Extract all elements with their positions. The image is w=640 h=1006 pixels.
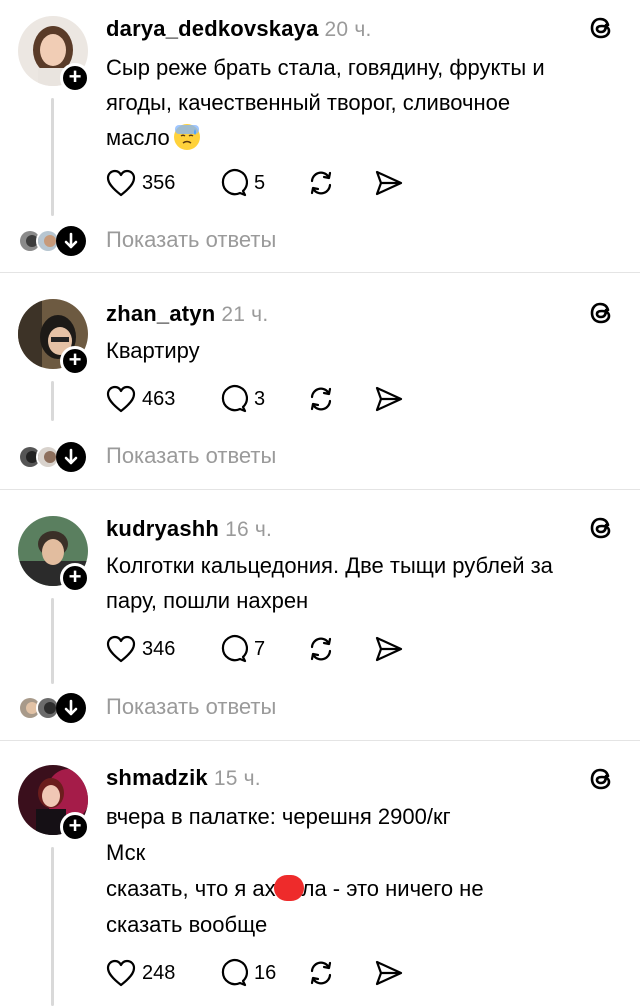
timestamp: 21 ч. (221, 303, 269, 326)
send-icon (375, 960, 403, 986)
share-button[interactable] (374, 384, 404, 414)
comment-button[interactable]: 16 (218, 958, 276, 988)
send-icon (375, 386, 403, 412)
repost-button[interactable] (306, 958, 336, 988)
threads-icon[interactable] (586, 13, 616, 43)
thread-line (51, 847, 54, 1006)
comment-icon (221, 169, 248, 197)
arrow-down-icon (56, 693, 86, 723)
heart-icon (106, 635, 136, 663)
post-actions: 346 7 (106, 634, 426, 664)
post-text: Колготки кальцедония. Две тыщи рублей за… (106, 553, 553, 613)
timestamp: 20 ч. (324, 18, 372, 41)
send-icon (375, 170, 403, 196)
show-replies[interactable]: Показать ответы (18, 693, 418, 723)
comment-count: 5 (254, 171, 266, 194)
repost-icon (310, 637, 332, 661)
threads-icon[interactable] (586, 298, 616, 328)
post-text: Квартиру (106, 338, 200, 363)
heart-icon (106, 959, 136, 987)
arrow-down-icon (56, 442, 86, 472)
thread-line (51, 98, 54, 216)
repost-button[interactable] (306, 384, 336, 414)
post-shmadzik: + shmadzik 15 ч. вчера в палатке: черешня… (0, 741, 640, 1006)
show-replies-label: Показать ответы (106, 694, 277, 719)
username[interactable]: shmadzik 15 ч. (106, 765, 261, 791)
repost-icon (310, 171, 332, 195)
thread-line (51, 381, 54, 421)
share-button[interactable] (374, 168, 404, 198)
like-count: 346 (142, 637, 176, 660)
post-actions: 248 16 (106, 958, 426, 988)
like-button[interactable]: 356 (106, 168, 175, 198)
show-replies-label: Показать ответы (106, 443, 277, 468)
post-zhan: + zhan_atyn 21 ч. Квартиру 463 3 Показать… (0, 273, 640, 489)
post-actions: 356 5 (106, 168, 426, 198)
like-count: 356 (142, 171, 176, 194)
username[interactable]: kudryashh 16 ч. (106, 516, 272, 542)
comment-count: 7 (254, 637, 266, 660)
heart-icon (106, 169, 136, 197)
repost-icon (310, 387, 332, 411)
post-text: Сыр реже брать стала, говядину, фрукты и… (106, 55, 545, 150)
comment-count: 16 (254, 961, 277, 984)
threads-icon[interactable] (586, 764, 616, 794)
show-replies[interactable]: Показать ответы (18, 442, 418, 472)
thread-line (51, 598, 54, 684)
comment-button[interactable]: 7 (218, 634, 265, 664)
show-replies-label: Показать ответы (106, 227, 277, 252)
timestamp: 16 ч. (225, 518, 273, 541)
show-replies[interactable]: Показать ответы (18, 226, 418, 256)
comment-count: 3 (254, 387, 266, 410)
follow-plus-icon[interactable]: + (60, 563, 90, 593)
follow-plus-icon[interactable]: + (60, 63, 90, 93)
follow-plus-icon[interactable]: + (60, 346, 90, 376)
censor-blot (273, 875, 304, 901)
post-text: вчера в палатке: черешня 2900/кг Мск ска… (106, 804, 484, 937)
share-button[interactable] (374, 634, 404, 664)
like-button[interactable]: 248 (106, 958, 175, 988)
threads-icon[interactable] (586, 513, 616, 543)
repost-button[interactable] (306, 634, 336, 664)
repost-button[interactable] (306, 168, 336, 198)
like-button[interactable]: 463 (106, 384, 175, 414)
comment-icon (221, 959, 248, 987)
timestamp: 15 ч. (213, 767, 261, 790)
follow-plus-icon[interactable]: + (60, 812, 90, 842)
send-icon (375, 636, 403, 662)
like-count: 463 (142, 387, 176, 410)
post-kudryashh: + kudryashh 16 ч. Колготки кальцедония. Д… (0, 490, 640, 740)
comment-icon (221, 385, 248, 413)
comment-button[interactable]: 5 (218, 168, 265, 198)
sad-sweat-emoji (173, 124, 200, 150)
post-darya: + darya_dedkovskaya 20 ч. Сыр реже брать … (0, 0, 640, 272)
repost-icon (310, 961, 332, 985)
post-actions: 463 3 (106, 384, 426, 414)
comment-icon (221, 635, 248, 663)
username[interactable]: zhan_atyn 21 ч. (106, 301, 268, 327)
username[interactable]: darya_dedkovskaya 20 ч. (106, 16, 372, 42)
comment-button[interactable]: 3 (218, 384, 265, 414)
like-button[interactable]: 346 (106, 634, 175, 664)
like-count: 248 (142, 961, 176, 984)
share-button[interactable] (374, 958, 404, 988)
heart-icon (106, 385, 136, 413)
arrow-down-icon (56, 226, 86, 256)
